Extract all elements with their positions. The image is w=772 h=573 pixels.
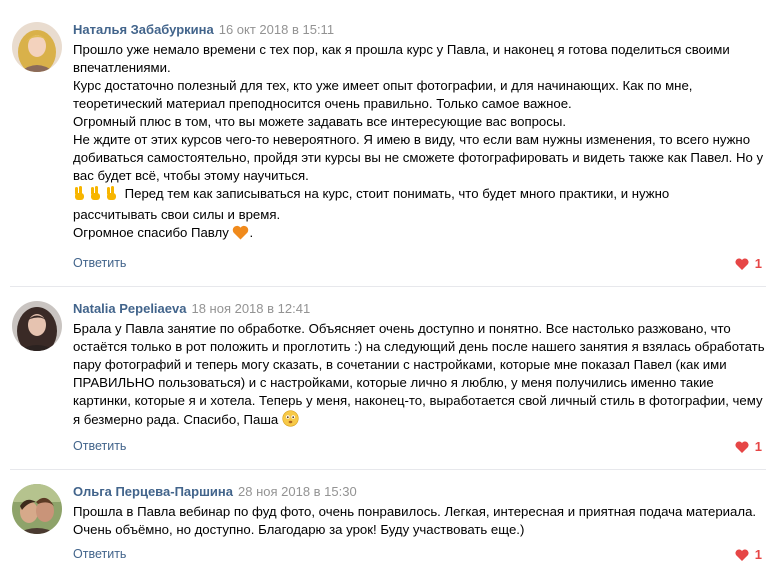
text-line: теоретический материал преподносится оче… [73, 96, 572, 111]
text-line-with-emoji: Огромное спасибо Павлу . [73, 224, 765, 245]
reply-button[interactable]: Ответить [73, 546, 126, 562]
author-name[interactable]: Ольга Перцева-Паршина [73, 484, 233, 499]
text-line: рассчитывать свои силы и время. [73, 207, 281, 222]
like-button[interactable]: 1 [735, 256, 762, 272]
comment-text: Прошла в Павла вебинар по фуд фото, очен… [73, 503, 765, 539]
comment-date[interactable]: 16 окт 2018 в 15:11 [219, 22, 334, 37]
like-count: 1 [754, 547, 762, 562]
heart-icon [735, 549, 749, 561]
text-segment: . [249, 225, 254, 240]
text-line: Брала у Павла занятие по обработке. Объя… [73, 321, 731, 336]
like-button[interactable]: 1 [735, 439, 762, 455]
comment-header: Наталья Забабуркина 16 окт 2018 в 15:11 [73, 22, 334, 38]
like-count: 1 [754, 256, 762, 271]
heart-icon [735, 441, 749, 453]
avatar[interactable] [12, 22, 62, 72]
avatar[interactable] [12, 301, 62, 351]
text-line: Прошло уже немало времени с тех пор, как… [73, 42, 730, 57]
text-line: Огромный плюс в том, что вы можете задав… [73, 114, 566, 129]
avatar[interactable] [12, 484, 62, 534]
text-segment: Огромное спасибо Павлу [73, 225, 229, 240]
text-line: Не ждите от этих курсов чего-то невероят… [73, 132, 751, 147]
reply-button[interactable]: Ответить [73, 438, 126, 454]
text-line: Очень объёмно, но доступно. Благодарю за… [73, 522, 525, 537]
text-segment: я безмерно рада. Спасибо, Паша [73, 412, 279, 427]
reply-button[interactable]: Ответить [73, 255, 126, 271]
author-name[interactable]: Natalia Pepeliaeva [73, 301, 186, 316]
text-line-with-emoji: я безмерно рада. Спасибо, Паша [73, 410, 765, 432]
comment-header: Ольга Перцева-Паршина 28 ноя 2018 в 15:30 [73, 484, 357, 500]
comment: Ольга Перцева-Паршина 28 ноя 2018 в 15:30… [0, 470, 772, 573]
text-line: вас будет всё, чтобы этому научиться. [73, 168, 309, 183]
like-count: 1 [754, 439, 762, 454]
like-button[interactable]: 1 [735, 547, 762, 563]
text-line: пару фотографий и теперь могу сказать, в… [73, 357, 727, 372]
text-line: добиваться самостоятельно, пройдя эти ку… [73, 150, 764, 165]
text-line: остаётся только в рот положить и проглот… [73, 339, 765, 354]
comment-header: Natalia Pepeliaeva 18 ноя 2018 в 12:41 [73, 301, 310, 317]
text-line: ПРАВИЛЬНО пользоваться) и с настройками,… [73, 375, 714, 390]
blushing-smile-icon [282, 410, 299, 432]
text-segment: Перед тем как записываться на курс, стои… [121, 186, 670, 201]
comment-date[interactable]: 28 ноя 2018 в 15:30 [238, 484, 357, 499]
text-line-with-emoji: Перед тем как записываться на курс, стои… [73, 185, 765, 206]
comment-text: Брала у Павла занятие по обработке. Объя… [73, 320, 765, 432]
heart-icon [735, 258, 749, 270]
comment: Natalia Pepeliaeva 18 ноя 2018 в 12:41 Бр… [0, 287, 772, 469]
comment: Наталья Забабуркина 16 окт 2018 в 15:11 П… [0, 0, 772, 287]
author-name[interactable]: Наталья Забабуркина [73, 22, 214, 37]
orange-heart-icon [232, 225, 249, 245]
text-line: впечатлениями. [73, 60, 171, 75]
hand-victory-icon [73, 185, 121, 206]
text-line: картинки, которые я и хотела. Теперь у м… [73, 393, 763, 408]
comment-text: Прошло уже немало времени с тех пор, как… [73, 41, 765, 245]
comment-date[interactable]: 18 ноя 2018 в 12:41 [191, 301, 310, 316]
text-line: Прошла в Павла вебинар по фуд фото, очен… [73, 504, 757, 519]
text-line: Курс достаточно полезный для тех, кто уж… [73, 78, 693, 93]
